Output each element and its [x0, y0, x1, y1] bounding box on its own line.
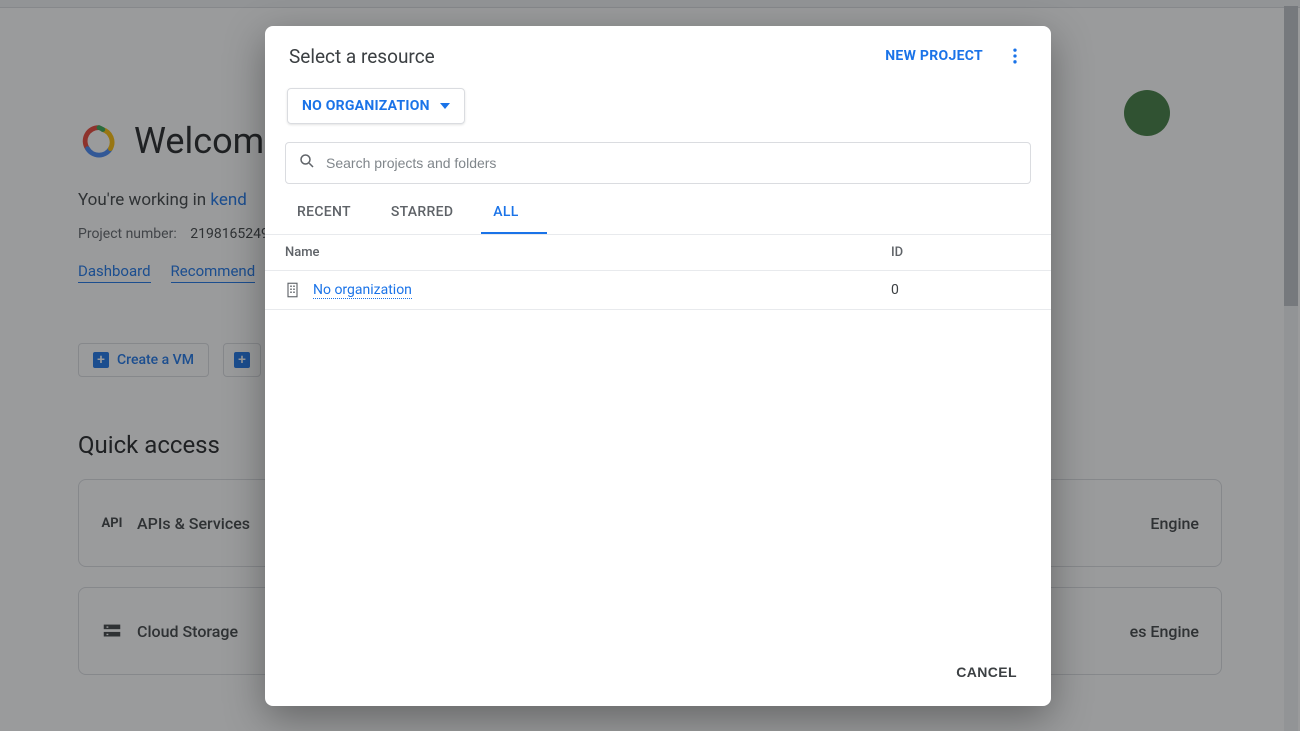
search-field-wrap[interactable]	[285, 142, 1031, 184]
table-row[interactable]: No organization 0	[265, 271, 1051, 310]
more-options-icon[interactable]	[1003, 44, 1027, 68]
row-id: 0	[891, 282, 1031, 298]
tab-recent[interactable]: RECENT	[285, 194, 379, 234]
caret-down-icon	[440, 103, 450, 109]
organization-dropdown-label: NO ORGANIZATION	[302, 98, 430, 114]
table-body: No organization 0	[265, 271, 1051, 642]
organization-icon	[285, 281, 303, 299]
modal-title: Select a resource	[289, 45, 435, 68]
organization-dropdown[interactable]: NO ORGANIZATION	[287, 88, 465, 124]
search-input[interactable]	[326, 155, 1018, 171]
column-id: ID	[891, 245, 1031, 260]
row-name-link[interactable]: No organization	[313, 282, 412, 299]
tab-starred[interactable]: STARRED	[379, 194, 481, 234]
new-project-button[interactable]: NEW PROJECT	[885, 48, 983, 64]
tabs: RECENT STARRED ALL	[265, 194, 1051, 235]
table-header: Name ID	[265, 235, 1051, 271]
tab-all[interactable]: ALL	[481, 194, 546, 234]
cancel-button[interactable]: CANCEL	[946, 656, 1027, 688]
column-name: Name	[285, 245, 891, 260]
select-resource-modal: Select a resource NEW PROJECT NO ORGANIZ…	[265, 26, 1051, 706]
search-icon	[298, 152, 316, 174]
